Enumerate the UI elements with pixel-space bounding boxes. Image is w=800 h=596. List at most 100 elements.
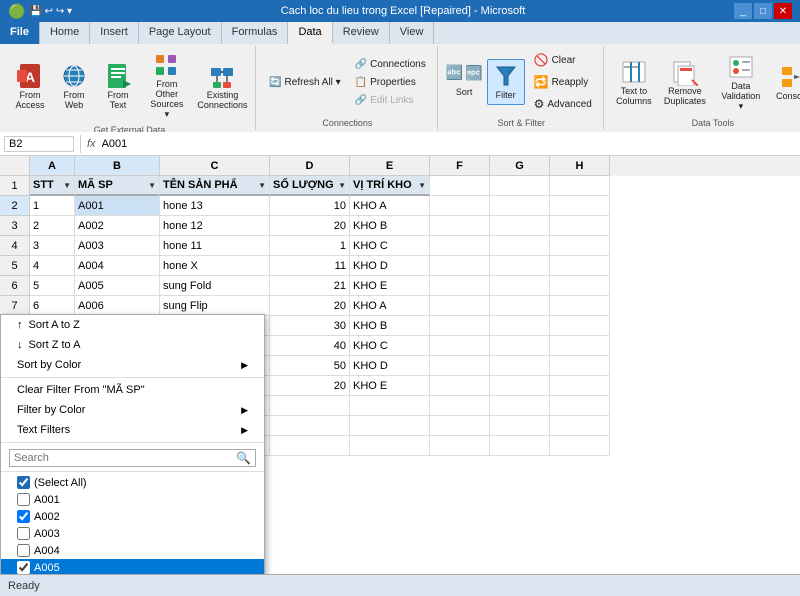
- sort-button[interactable]: Sort: [447, 84, 482, 100]
- edit-links-button[interactable]: 🔗 Edit Links: [350, 92, 431, 109]
- clear-button[interactable]: 🚫 Clear: [529, 50, 597, 70]
- row-header-7[interactable]: 7: [0, 296, 30, 316]
- cell-c5[interactable]: hone X: [160, 256, 270, 276]
- row-header-4[interactable]: 4: [0, 236, 30, 256]
- cell-d4[interactable]: 1: [270, 236, 350, 256]
- cell-b2[interactable]: A001: [75, 196, 160, 216]
- list-item-a001[interactable]: A001: [1, 491, 264, 508]
- cell-c2[interactable]: hone 13: [160, 196, 270, 216]
- col-header-d[interactable]: D: [270, 156, 350, 176]
- col-header-e[interactable]: E: [350, 156, 430, 176]
- tab-data[interactable]: Data: [288, 22, 332, 44]
- cell-d2[interactable]: 10: [270, 196, 350, 216]
- tab-home[interactable]: Home: [40, 22, 90, 44]
- cell-d9[interactable]: 40: [270, 336, 350, 356]
- cell-d7[interactable]: 20: [270, 296, 350, 316]
- checkbox-a001[interactable]: [17, 493, 30, 506]
- sort-by-color-menu-item[interactable]: Sort by Color ▶: [1, 355, 264, 375]
- data-validation-button[interactable]: DataValidation ▾: [714, 50, 768, 115]
- row-header-6[interactable]: 6: [0, 276, 30, 296]
- tab-page-layout[interactable]: Page Layout: [139, 22, 222, 44]
- cell-e11[interactable]: KHO E: [350, 376, 430, 396]
- window-controls[interactable]: _ □ ✕: [734, 3, 792, 19]
- tab-view[interactable]: View: [390, 22, 435, 44]
- filter-arrow-c[interactable]: ▼: [258, 181, 266, 190]
- cell-d11[interactable]: 20: [270, 376, 350, 396]
- filter-arrow-e[interactable]: ▼: [418, 181, 426, 190]
- cell-a2[interactable]: 1: [30, 196, 75, 216]
- advanced-button[interactable]: ⚙ Advanced: [529, 94, 597, 114]
- cell-e7[interactable]: KHO A: [350, 296, 430, 316]
- cell-e3[interactable]: KHO B: [350, 216, 430, 236]
- sort-za-menu-item[interactable]: ↓ Sort Z to A: [1, 335, 264, 355]
- from-access-button[interactable]: A FromAccess: [10, 59, 50, 113]
- clear-filter-menu-item[interactable]: Clear Filter From "MÃ SP": [1, 380, 264, 400]
- checkbox-a004[interactable]: [17, 544, 30, 557]
- remove-duplicates-button[interactable]: RemoveDuplicates: [660, 55, 710, 109]
- list-item-a002[interactable]: A002: [1, 508, 264, 525]
- cell-c4[interactable]: hone 11: [160, 236, 270, 256]
- list-item-a005[interactable]: ➡ A005: [1, 559, 264, 574]
- filter-button[interactable]: Filter: [487, 59, 525, 105]
- row-header-5[interactable]: 5: [0, 256, 30, 276]
- list-item-a004[interactable]: A004: [1, 542, 264, 559]
- cell-a5[interactable]: 4: [30, 256, 75, 276]
- text-to-columns-button[interactable]: Text toColumns: [612, 55, 656, 109]
- cell-b1[interactable]: MÃ SP▼: [75, 176, 160, 196]
- cell-e5[interactable]: KHO D: [350, 256, 430, 276]
- cell-a4[interactable]: 3: [30, 236, 75, 256]
- close-button[interactable]: ✕: [774, 3, 792, 19]
- from-web-button[interactable]: FromWeb: [54, 59, 94, 113]
- cell-d6[interactable]: 21: [270, 276, 350, 296]
- sort-az-menu-item[interactable]: ↑ Sort A to Z: [1, 315, 264, 335]
- name-box[interactable]: [4, 136, 74, 152]
- cell-e9[interactable]: KHO C: [350, 336, 430, 356]
- cell-a6[interactable]: 5: [30, 276, 75, 296]
- cell-a3[interactable]: 2: [30, 216, 75, 236]
- cell-e4[interactable]: KHO C: [350, 236, 430, 256]
- col-header-b[interactable]: B: [75, 156, 160, 176]
- existing-connections-button[interactable]: ExistingConnections: [196, 59, 249, 113]
- cell-d8[interactable]: 30: [270, 316, 350, 336]
- cell-c7[interactable]: sung Flip: [160, 296, 270, 316]
- cell-a1[interactable]: STT▼: [30, 176, 75, 196]
- cell-e8[interactable]: KHO B: [350, 316, 430, 336]
- cell-c3[interactable]: hone 12: [160, 216, 270, 236]
- cell-b5[interactable]: A004: [75, 256, 160, 276]
- col-header-h[interactable]: H: [550, 156, 610, 176]
- cell-b4[interactable]: A003: [75, 236, 160, 256]
- from-text-button[interactable]: FromText: [98, 59, 138, 113]
- refresh-all-button[interactable]: 🔄 Refresh All ▾: [264, 74, 346, 91]
- cell-b3[interactable]: A002: [75, 216, 160, 236]
- cell-d3[interactable]: 20: [270, 216, 350, 236]
- cell-e2[interactable]: KHO A: [350, 196, 430, 216]
- search-input[interactable]: [14, 452, 236, 464]
- checkbox-a005[interactable]: [17, 561, 30, 574]
- cell-c6[interactable]: sung Fold: [160, 276, 270, 296]
- col-header-f[interactable]: F: [430, 156, 490, 176]
- from-other-sources-button[interactable]: From OtherSources ▾: [142, 48, 192, 123]
- consolidate-button[interactable]: Conso...: [772, 60, 800, 104]
- tab-formulas[interactable]: Formulas: [222, 22, 289, 44]
- row-header-1[interactable]: 1: [0, 176, 30, 196]
- cell-d1[interactable]: SỐ LƯỢNG▼: [270, 176, 350, 196]
- cell-e10[interactable]: KHO D: [350, 356, 430, 376]
- filter-arrow-d[interactable]: ▼: [338, 181, 346, 190]
- formula-input[interactable]: [102, 138, 796, 150]
- tab-review[interactable]: Review: [333, 22, 390, 44]
- cell-c1[interactable]: TÊN SẢN PHẨ▼: [160, 176, 270, 196]
- minimize-button[interactable]: _: [734, 3, 752, 19]
- row-header-3[interactable]: 3: [0, 216, 30, 236]
- checkbox-a003[interactable]: [17, 527, 30, 540]
- connections-button[interactable]: 🔗 Connections: [350, 56, 431, 73]
- tab-file[interactable]: File: [0, 22, 40, 44]
- row-header-2[interactable]: 2: [0, 196, 30, 216]
- cell-b7[interactable]: A006: [75, 296, 160, 316]
- cell-a7[interactable]: 6: [30, 296, 75, 316]
- list-item-a003[interactable]: A003: [1, 525, 264, 542]
- reapply-button[interactable]: 🔁 Reapply: [529, 72, 597, 92]
- filter-list[interactable]: (Select All) A001 A002 A003 A004: [1, 472, 264, 574]
- list-item-select-all[interactable]: (Select All): [1, 474, 264, 491]
- cell-d10[interactable]: 50: [270, 356, 350, 376]
- text-filters-menu-item[interactable]: Text Filters ▶: [1, 420, 264, 440]
